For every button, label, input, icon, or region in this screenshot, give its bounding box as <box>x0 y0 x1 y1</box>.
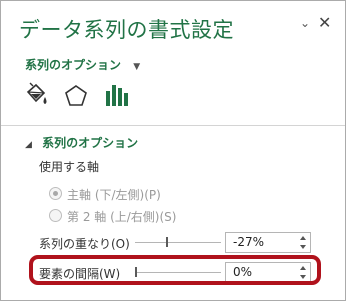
pane-header: データ系列の書式設定 ⌄ ✕ <box>1 1 345 49</box>
secondary-axis-label: 第 2 軸 (上/右側)(S) <box>67 210 177 224</box>
primary-axis-label: 主軸 (下/左側)(P) <box>67 188 161 202</box>
highlight-annotation-box <box>29 255 321 285</box>
series-overlap-label: 系列の重なり(O) <box>39 237 130 251</box>
format-data-series-pane: データ系列の書式設定 ⌄ ✕ 系列のオプション ▼ ◢ 系列のオプション 使用す… <box>0 0 346 301</box>
series-overlap-slider-thumb[interactable] <box>166 237 168 247</box>
series-options-bars-icon[interactable] <box>101 81 131 111</box>
pane-options-icon[interactable]: ⌄ <box>300 16 310 30</box>
chevron-down-icon: ▼ <box>133 62 141 72</box>
series-options-section-header[interactable]: ◢ 系列のオプション <box>25 134 138 151</box>
close-icon[interactable]: ✕ <box>318 13 331 32</box>
secondary-axis-radio[interactable]: 第 2 軸 (上/右側)(S) <box>49 208 176 225</box>
series-options-dropdown[interactable]: 系列のオプション ▼ <box>25 56 140 73</box>
primary-axis-radio[interactable]: 主軸 (下/左側)(P) <box>49 186 161 203</box>
pane-title: データ系列の書式設定 <box>19 18 234 42</box>
series-overlap-value: -27% <box>233 235 265 249</box>
divider <box>1 125 345 126</box>
radio-selected-icon <box>49 187 62 200</box>
section-title: 系列のオプション <box>42 136 139 150</box>
effects-pentagon-icon[interactable] <box>61 81 91 111</box>
spinner-icon[interactable] <box>299 234 308 251</box>
series-overlap-slider[interactable] <box>135 237 221 247</box>
series-options-dropdown-label: 系列のオプション <box>25 58 122 72</box>
format-category-tabs <box>1 81 345 121</box>
plot-axis-label: 使用する軸 <box>39 160 100 174</box>
series-overlap-input[interactable]: -27% <box>225 232 311 253</box>
radio-unselected-icon <box>49 209 62 222</box>
fill-line-icon[interactable] <box>22 81 52 111</box>
series-overlap-row: 系列の重なり(O) -27% <box>39 232 313 254</box>
collapse-triangle-icon: ◢ <box>25 140 32 150</box>
